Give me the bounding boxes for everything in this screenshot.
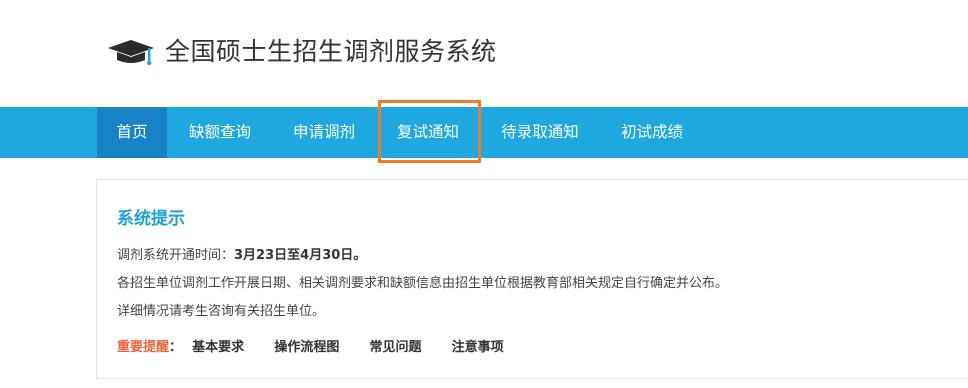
header: 全国硕士生招生调剂服务系统 xyxy=(0,0,968,107)
important-reminders: 重要提醒： 基本要求 操作流程图 常见问题 注意事项 xyxy=(117,336,530,355)
link-process-flowchart[interactable]: 操作流程图 xyxy=(274,340,339,355)
notice-open-time: 调剂系统开通时间：3月23日至4月30日。 xyxy=(117,244,366,263)
link-notes[interactable]: 注意事项 xyxy=(452,340,504,355)
notice-line-3: 详细情况请考生咨询有关招生单位。 xyxy=(117,304,326,319)
nav-vacancy-query[interactable]: 缺额查询 xyxy=(177,107,263,158)
system-notice-panel: 系统提示 调剂系统开通时间：3月23日至4月30日。 各招生单位调剂工作开展日期… xyxy=(96,179,968,379)
nav-home[interactable]: 首页 xyxy=(97,107,167,158)
nav-initial-scores[interactable]: 初试成绩 xyxy=(609,107,695,158)
open-time-label: 调剂系统开通时间： xyxy=(117,248,235,263)
reminder-colon: ： xyxy=(169,340,183,355)
notice-line-2: 各招生单位调剂工作开展日期、相关调剂要求和缺额信息由招生单位根据教育部相关规定自… xyxy=(117,276,729,291)
nav-apply-adjustment[interactable]: 申请调剂 xyxy=(281,107,367,158)
link-faq[interactable]: 常见问题 xyxy=(369,340,421,355)
graduation-cap-icon xyxy=(108,40,154,66)
main-nav: 首页 缺额查询 申请调剂 复试通知 待录取通知 初试成绩 xyxy=(0,107,968,158)
nav-admission-notice[interactable]: 待录取通知 xyxy=(489,107,591,158)
site-title: 全国硕士生招生调剂服务系统 xyxy=(165,37,497,66)
nav-retest-notice[interactable]: 复试通知 xyxy=(385,107,471,158)
reminder-label: 重要提醒 xyxy=(117,340,170,355)
notice-title: 系统提示 xyxy=(117,209,185,229)
link-basic-requirements[interactable]: 基本要求 xyxy=(192,340,244,355)
open-time-value: 3月23日至4月30日。 xyxy=(234,248,367,263)
